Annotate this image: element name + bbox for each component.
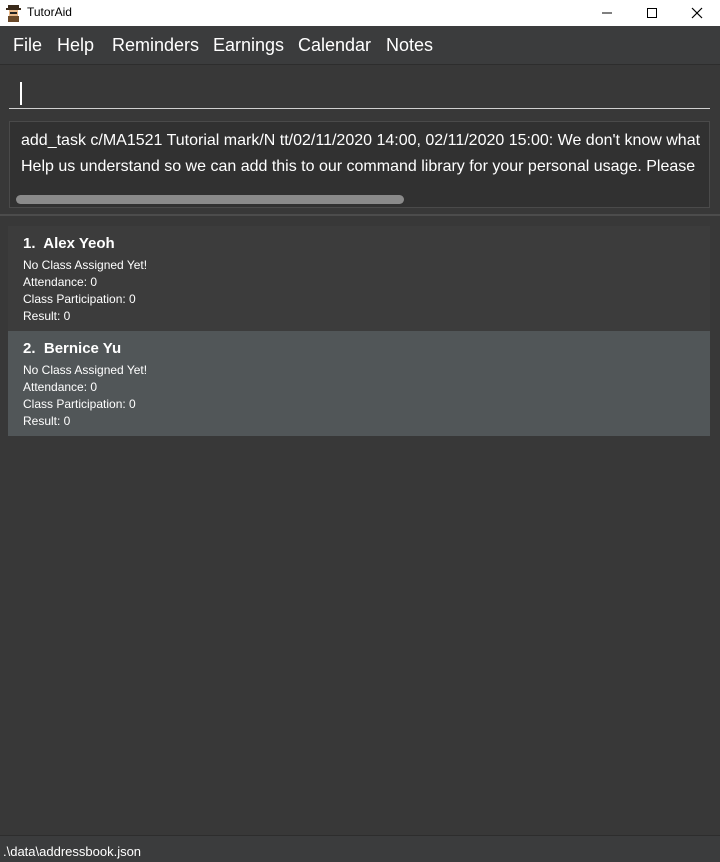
student-card[interactable]: 2. Bernice Yu No Class Assigned Yet! Att… bbox=[8, 331, 710, 436]
student-card[interactable]: 1. Alex Yeoh No Class Assigned Yet! Atte… bbox=[8, 226, 710, 331]
menu-bar: File Help Reminders Earnings Calendar No… bbox=[0, 26, 720, 65]
maximize-button[interactable] bbox=[629, 0, 675, 26]
minimize-icon bbox=[601, 7, 613, 19]
command-input[interactable] bbox=[9, 73, 710, 109]
student-attendance: Attendance: 0 bbox=[23, 380, 98, 394]
menu-help[interactable]: Help bbox=[57, 35, 94, 56]
close-icon bbox=[691, 7, 703, 19]
status-file-path: .\data\addressbook.json bbox=[3, 844, 142, 859]
menu-notes[interactable]: Notes bbox=[386, 35, 433, 56]
student-name: 1. Alex Yeoh bbox=[23, 235, 115, 252]
command-area bbox=[0, 65, 720, 113]
menu-reminders[interactable]: Reminders bbox=[112, 35, 199, 56]
student-class: No Class Assigned Yet! bbox=[23, 363, 148, 377]
result-line-2: Help us understand so we can add this to… bbox=[21, 158, 696, 175]
divider bbox=[0, 214, 720, 216]
student-index: 1. bbox=[23, 235, 36, 252]
student-name-text: Bernice Yu bbox=[43, 340, 122, 357]
student-attendance: Attendance: 0 bbox=[23, 275, 98, 289]
close-button[interactable] bbox=[674, 0, 720, 26]
window-title: TutorAid bbox=[27, 5, 72, 19]
student-participation: Class Participation: 0 bbox=[23, 397, 136, 411]
student-participation: Class Participation: 0 bbox=[23, 292, 136, 306]
student-name: 2. Bernice Yu bbox=[23, 340, 121, 357]
student-result: Result: 0 bbox=[23, 309, 71, 323]
student-result: Result: 0 bbox=[23, 414, 71, 428]
student-class: No Class Assigned Yet! bbox=[23, 258, 148, 272]
menu-file[interactable]: File bbox=[13, 35, 42, 56]
maximize-icon bbox=[646, 7, 658, 19]
menu-earnings[interactable]: Earnings bbox=[213, 35, 284, 56]
student-name-text: Alex Yeoh bbox=[43, 235, 115, 252]
student-list: 1. Alex Yeoh No Class Assigned Yet! Atte… bbox=[8, 226, 710, 436]
result-line-1: add_task c/MA1521 Tutorial mark/N tt/02/… bbox=[21, 132, 701, 149]
minimize-button[interactable] bbox=[584, 0, 630, 26]
horizontal-scrollbar[interactable] bbox=[16, 195, 404, 204]
result-display: add_task c/MA1521 Tutorial mark/N tt/02/… bbox=[9, 121, 710, 208]
app-logo-icon bbox=[5, 4, 22, 22]
text-caret bbox=[20, 82, 22, 105]
menu-calendar[interactable]: Calendar bbox=[298, 35, 371, 56]
title-bar: TutorAid bbox=[0, 0, 720, 26]
status-bar: .\data\addressbook.json bbox=[0, 835, 720, 862]
student-index: 2. bbox=[23, 340, 36, 357]
